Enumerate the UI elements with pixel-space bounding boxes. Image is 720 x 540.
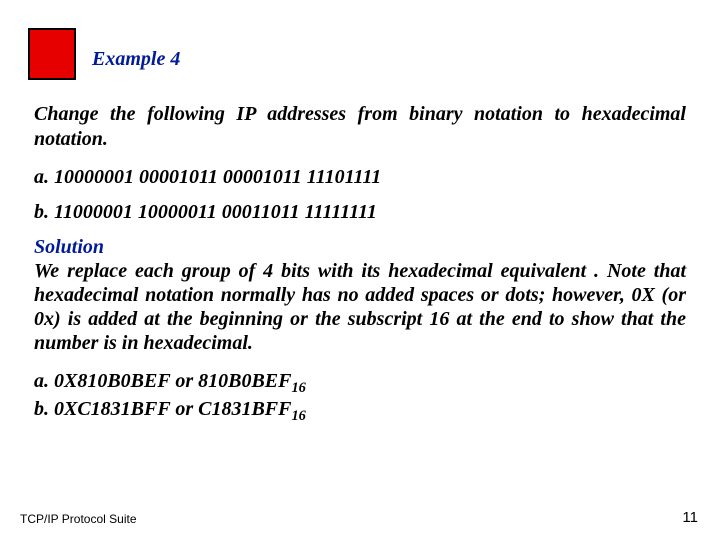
answer-a: a. 0X810B0BEF or 810B0BEF16 [34,369,686,397]
example-title: Example 4 [92,48,180,71]
footer-source: TCP/IP Protocol Suite [20,512,137,526]
header-decoration-box [28,28,76,80]
answer-b-text: b. 0XC1831BFF or C1831BFF [34,398,291,420]
answer-b: b. 0XC1831BFF or C1831BFF16 [34,397,686,425]
solution-body: We replace each group of 4 bits with its… [34,259,686,355]
solution-heading: Solution [34,236,686,259]
question-prompt: Change the following IP addresses from b… [34,102,686,152]
answer-b-subscript: 16 [291,408,305,424]
answer-a-text: a. 0X810B0BEF or 810B0BEF [34,370,291,392]
question-item-a: a. 10000001 00001011 00001011 11101111 [34,166,686,189]
slide-content: Change the following IP addresses from b… [34,102,686,425]
question-item-b: b. 11000001 10000011 00011011 11111111 [34,201,686,224]
answer-a-subscript: 16 [291,380,305,396]
page-number: 11 [682,509,698,526]
